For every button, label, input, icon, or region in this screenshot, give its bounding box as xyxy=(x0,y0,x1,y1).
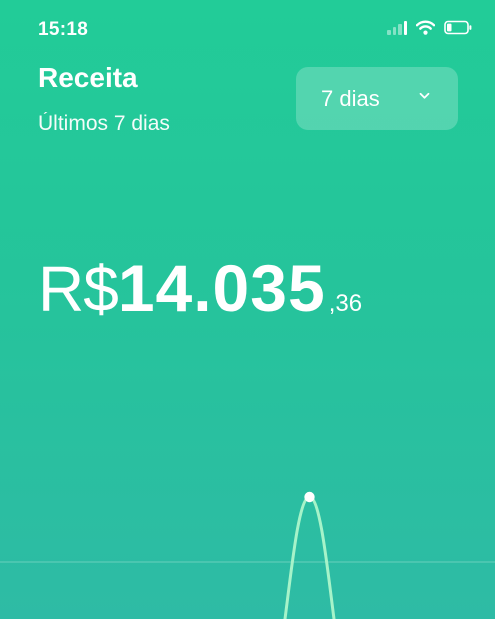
wifi-icon xyxy=(416,20,435,35)
chevron-down-icon xyxy=(419,92,430,99)
period-dropdown-label: 7 dias xyxy=(321,85,380,111)
currency-symbol: R$ xyxy=(38,253,119,325)
battery-icon xyxy=(444,20,472,35)
status-bar: 15:18 xyxy=(0,0,495,58)
period-subtitle: Últimos 7 dias xyxy=(38,112,170,135)
revenue-amount: R$ 14.035 ,36 xyxy=(38,250,362,326)
revenue-chart xyxy=(0,491,495,619)
period-dropdown[interactable]: 7 dias xyxy=(296,67,458,130)
revenue-integer: 14.035 xyxy=(117,251,326,325)
page-title: Receita xyxy=(38,62,138,93)
status-icons xyxy=(387,20,473,35)
revenue-decimal: ,36 xyxy=(328,290,363,317)
chart-peak-point xyxy=(304,491,315,503)
status-time: 15:18 xyxy=(38,19,89,40)
signal-icon xyxy=(387,20,407,35)
chart-series-line xyxy=(283,495,336,619)
